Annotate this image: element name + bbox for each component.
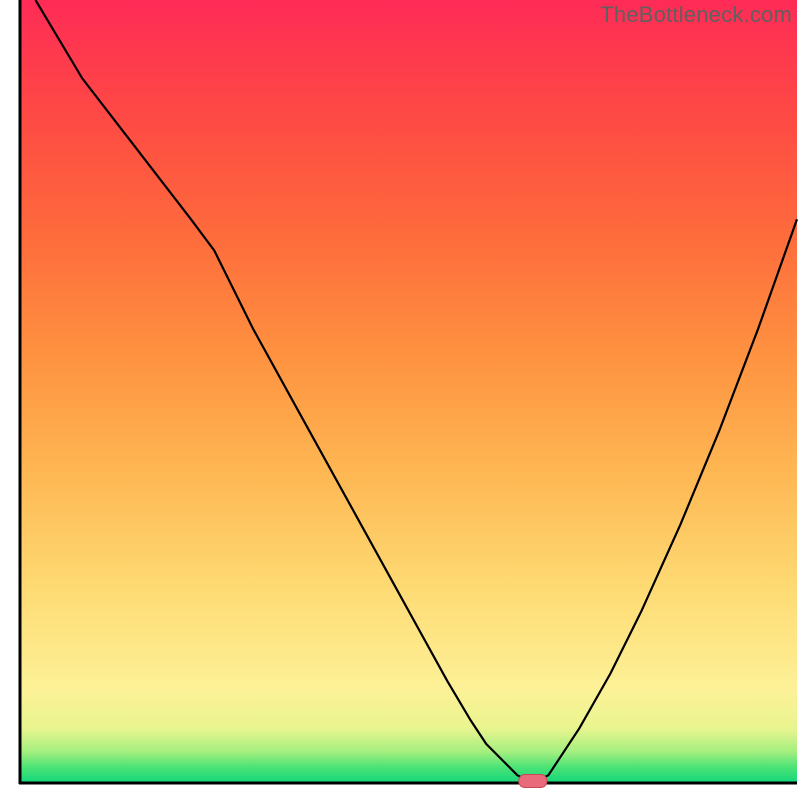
watermark-text: TheBottleneck.com xyxy=(600,2,792,28)
plot-background xyxy=(20,0,797,783)
optimal-marker xyxy=(519,775,547,788)
bottleneck-chart: TheBottleneck.com xyxy=(0,0,800,800)
chart-svg xyxy=(0,0,800,800)
